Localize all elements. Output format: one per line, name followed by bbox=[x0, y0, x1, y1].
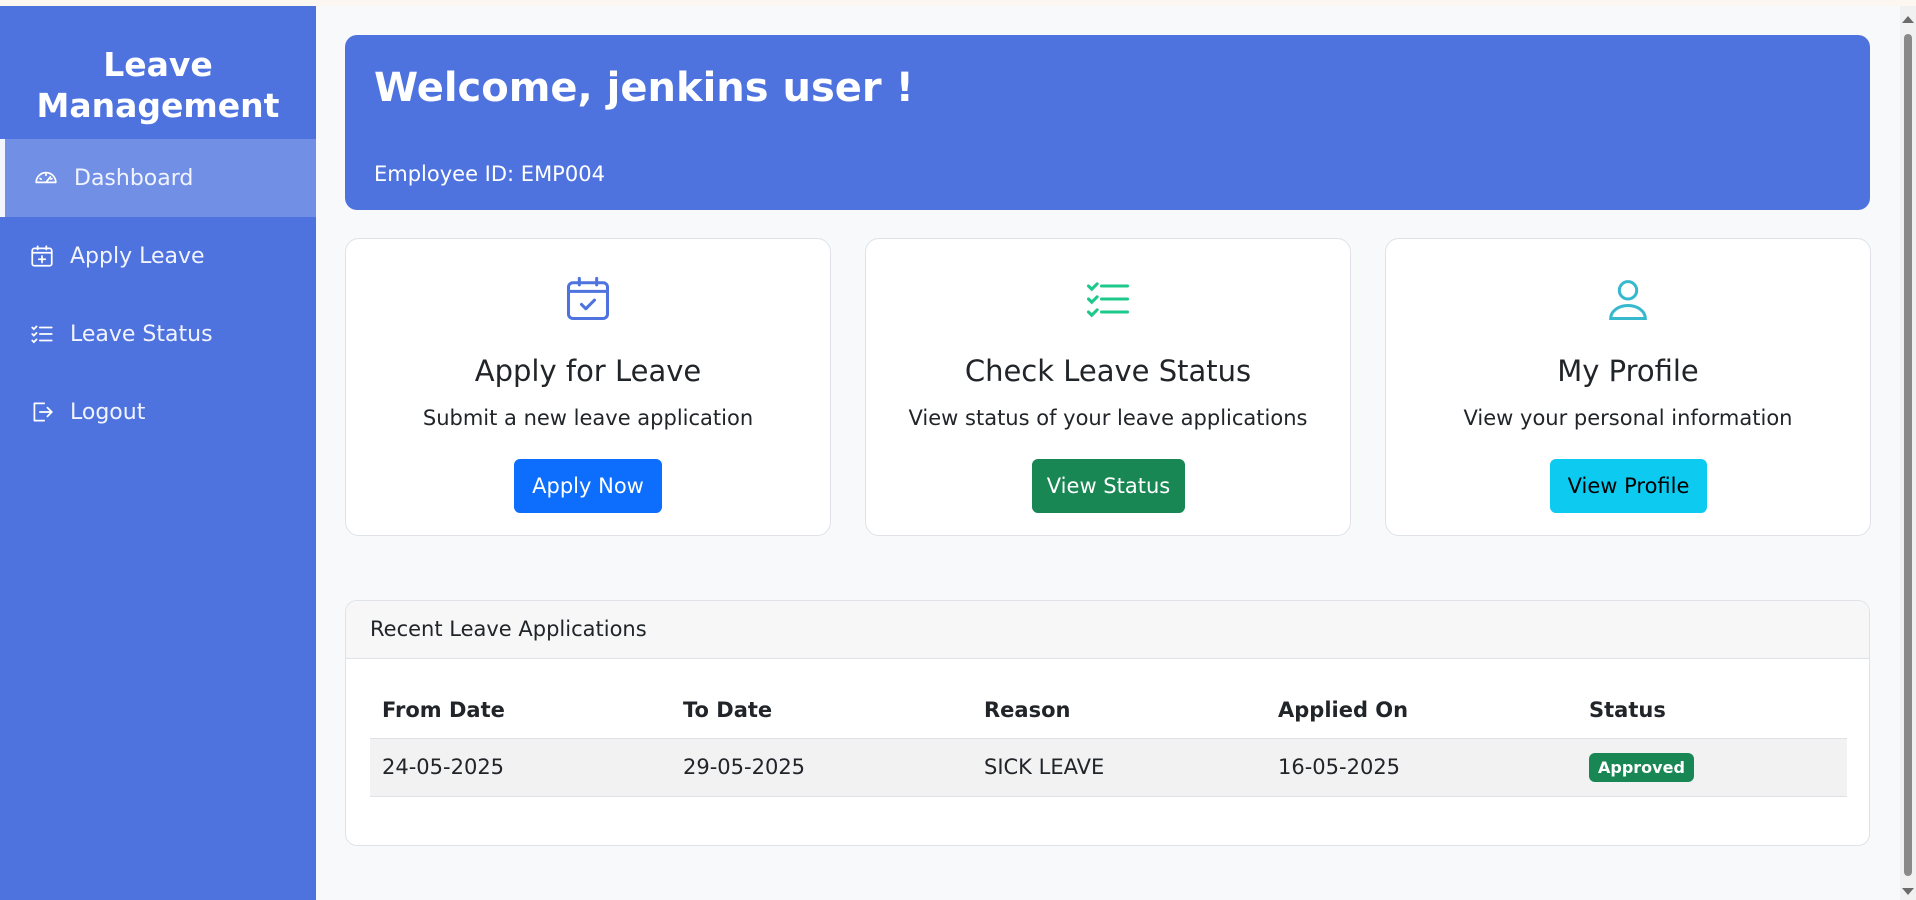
list-check-icon bbox=[866, 273, 1350, 325]
view-profile-button[interactable]: View Profile bbox=[1550, 459, 1707, 513]
cell-from-date: 24-05-2025 bbox=[370, 738, 671, 797]
table-row: 24-05-2025 29-05-2025 SICK LEAVE 16-05-2… bbox=[370, 738, 1847, 797]
view-status-button[interactable]: View Status bbox=[1032, 459, 1185, 513]
card-title: Check Leave Status bbox=[964, 354, 1252, 388]
person-icon bbox=[1386, 273, 1870, 325]
recent-applications-card: Recent Leave Applications From Date To D… bbox=[345, 600, 1870, 846]
recent-applications-header: Recent Leave Applications bbox=[346, 601, 1869, 659]
scroll-down-arrow-icon[interactable] bbox=[1902, 888, 1914, 895]
list-check-icon bbox=[28, 320, 56, 348]
column-header-reason: Reason bbox=[972, 682, 1266, 739]
apply-leave-card: Apply for Leave Submit a new leave appli… bbox=[345, 238, 831, 536]
sidebar-item-dashboard[interactable]: Dashboard bbox=[0, 139, 316, 217]
speedometer-icon bbox=[32, 164, 60, 192]
cell-applied-on: 16-05-2025 bbox=[1266, 738, 1577, 797]
logout-icon bbox=[28, 398, 56, 426]
sidebar-item-leave-status[interactable]: Leave Status bbox=[0, 295, 316, 373]
welcome-title: Welcome, jenkins user ! bbox=[374, 65, 914, 111]
employee-id: Employee ID: EMP004 bbox=[374, 162, 605, 186]
scroll-up-arrow-icon[interactable] bbox=[1902, 16, 1914, 23]
card-description: Submit a new leave application bbox=[422, 406, 754, 430]
leave-table: From Date To Date Reason Applied On Stat… bbox=[370, 682, 1847, 797]
cell-reason: SICK LEAVE bbox=[972, 738, 1266, 797]
leave-status-card: Check Leave Status View status of your l… bbox=[865, 238, 1351, 536]
brand-line-2: Management bbox=[36, 86, 280, 125]
sidebar-item-label: Apply Leave bbox=[70, 243, 205, 269]
calendar-plus-icon bbox=[28, 242, 56, 270]
cell-status: Approved bbox=[1577, 738, 1847, 797]
sidebar-item-label: Dashboard bbox=[74, 165, 194, 191]
sidebar-item-apply-leave[interactable]: Apply Leave bbox=[0, 217, 316, 295]
card-description: View status of your leave applications bbox=[908, 406, 1308, 430]
recent-applications-title: Recent Leave Applications bbox=[370, 617, 647, 641]
column-header-applied-on: Applied On bbox=[1266, 682, 1577, 739]
calendar-check-icon bbox=[346, 273, 830, 325]
card-description: View your personal information bbox=[1463, 406, 1793, 430]
card-title: My Profile bbox=[1557, 354, 1699, 388]
vertical-scrollbar[interactable] bbox=[1900, 6, 1916, 900]
sidebar-item-logout[interactable]: Logout bbox=[0, 373, 316, 451]
status-badge: Approved bbox=[1589, 752, 1694, 782]
sidebar-item-label: Leave Status bbox=[70, 321, 213, 347]
welcome-banner: Welcome, jenkins user ! Employee ID: EMP… bbox=[345, 35, 1870, 210]
apply-now-button[interactable]: Apply Now bbox=[514, 459, 662, 513]
scrollbar-thumb[interactable] bbox=[1904, 34, 1912, 876]
sidebar: Leave Management Dashboard Apply Leave L… bbox=[0, 6, 316, 900]
app-brand: Leave Management bbox=[0, 44, 316, 126]
column-header-from-date: From Date bbox=[370, 682, 671, 739]
sidebar-item-label: Logout bbox=[70, 399, 146, 425]
column-header-to-date: To Date bbox=[671, 682, 972, 739]
column-header-status: Status bbox=[1577, 682, 1847, 739]
brand-line-1: Leave bbox=[103, 45, 213, 84]
card-title: Apply for Leave bbox=[474, 354, 702, 388]
table-header-row: From Date To Date Reason Applied On Stat… bbox=[370, 682, 1847, 739]
profile-card: My Profile View your personal informatio… bbox=[1385, 238, 1871, 536]
cell-to-date: 29-05-2025 bbox=[671, 738, 972, 797]
